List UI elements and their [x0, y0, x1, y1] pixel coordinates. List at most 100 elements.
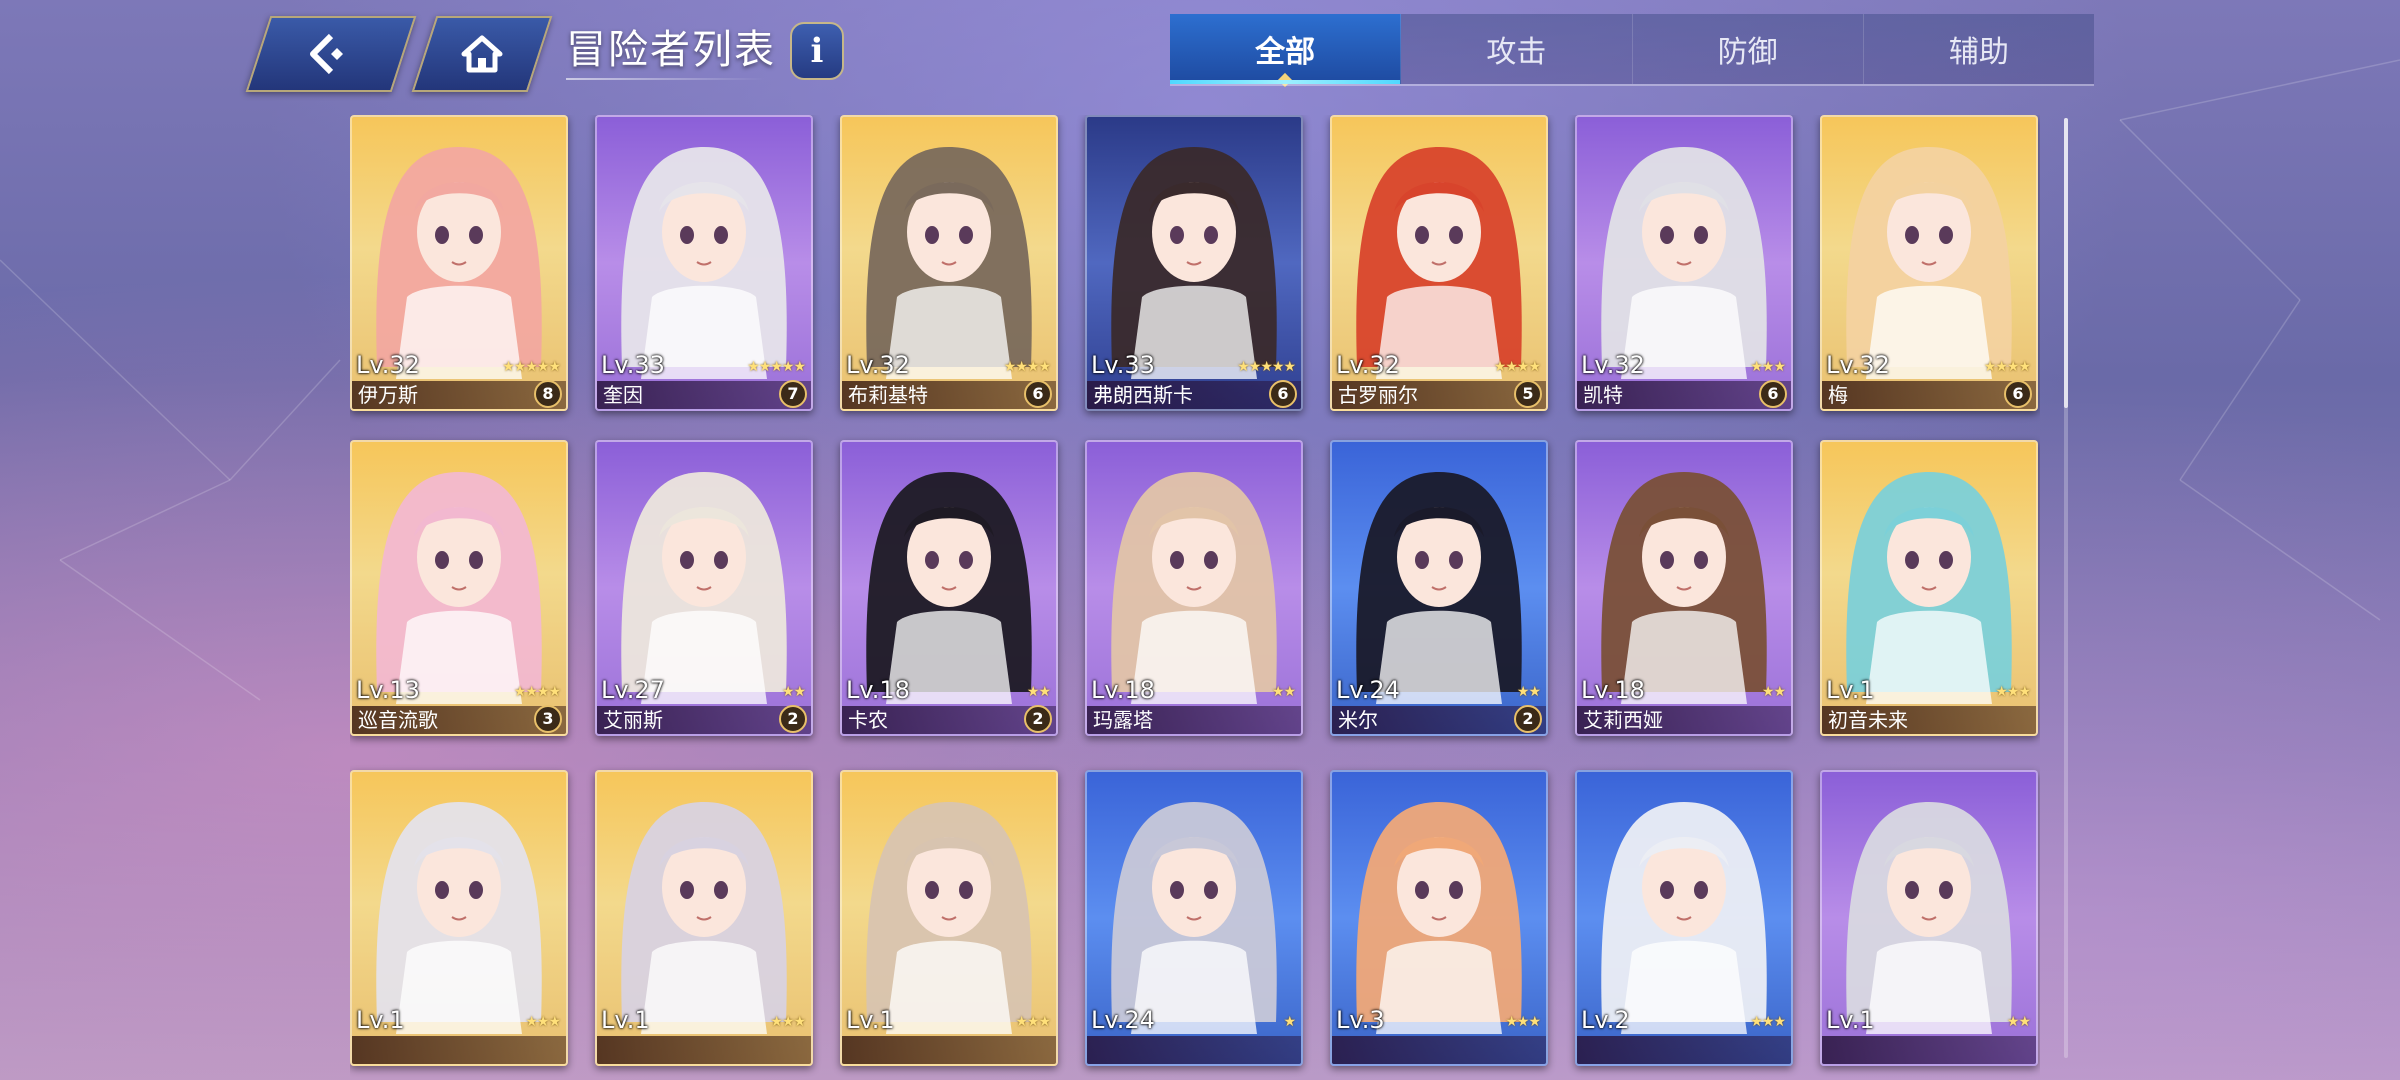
level-label: Lv.13 — [356, 676, 420, 704]
adventurer-card[interactable]: Lv.32 ★★★★ 古罗丽尔 5 — [1330, 115, 1548, 411]
adventurer-name: 古罗丽尔 — [1338, 383, 1418, 407]
rank-badge: 6 — [1269, 380, 1297, 408]
star-rating: ★★★★ — [1003, 359, 1051, 375]
adventurer-card[interactable]: Lv.1 ★★★ — [350, 770, 568, 1066]
adventurer-name: 卡农 — [848, 708, 888, 732]
star-rating: ★★ — [781, 684, 806, 700]
star-rating: ★★★ — [1995, 684, 2031, 700]
adventurer-name: 艾丽斯 — [603, 708, 663, 732]
name-bar — [1087, 1036, 1301, 1064]
name-bar — [1577, 1036, 1791, 1064]
level-label: Lv.18 — [846, 676, 910, 704]
rank-badge: 2 — [1024, 705, 1052, 733]
tab-all[interactable]: 全部 — [1170, 14, 1402, 88]
filter-tabs: 全部 攻击 防御 辅助 — [1170, 14, 2094, 88]
tab-support[interactable]: 辅助 — [1864, 14, 2094, 84]
adventurer-name: 艾莉西娅 — [1583, 708, 1663, 732]
level-label: Lv.3 — [1336, 1006, 1385, 1034]
star-rating: ★★★ — [1750, 1014, 1786, 1030]
scrollbar[interactable] — [2064, 118, 2068, 1058]
adventurer-card[interactable]: Lv.1 ★★★ 初音未来 — [1820, 440, 2038, 736]
level-label: Lv.18 — [1581, 676, 1645, 704]
adventurer-card[interactable]: Lv.24 ★★ 米尔 2 — [1330, 440, 1548, 736]
star-rating: ★★ — [1271, 684, 1296, 700]
adventurer-card[interactable]: Lv.13 ★★★★ 巡音流歌 3 — [350, 440, 568, 736]
rank-badge: 6 — [2004, 380, 2032, 408]
rank-badge: 5 — [1514, 380, 1542, 408]
star-rating: ★ — [1283, 1014, 1296, 1030]
level-label: Lv.1 — [601, 1006, 650, 1034]
level-label: Lv.1 — [846, 1006, 895, 1034]
adventurer-card[interactable]: Lv.2 ★★★ — [1575, 770, 1793, 1066]
adventurer-card[interactable]: Lv.1 ★★★ — [840, 770, 1058, 1066]
level-label: Lv.1 — [1826, 1006, 1875, 1034]
star-rating: ★★★ — [770, 1014, 806, 1030]
scroll-thumb[interactable] — [2064, 118, 2068, 408]
rank-badge: 3 — [534, 705, 562, 733]
adventurer-grid: Lv.32 ★★★★★ 伊万斯 8 Lv.33 ★★★★★ 奎因 7 Lv.32 ★★★★ 布莉基特… — [350, 115, 2040, 1080]
back-arrow-icon — [303, 32, 359, 76]
adventurer-card[interactable]: Lv.18 ★★ 艾莉西娅 — [1575, 440, 1793, 736]
adventurer-name: 梅 — [1828, 383, 1848, 407]
adventurer-name: 伊万斯 — [358, 383, 418, 407]
adventurer-card[interactable]: Lv.32 ★★★★ 梅 6 — [1820, 115, 2038, 411]
adventurer-card[interactable]: Lv.32 ★★★★ 布莉基特 6 — [840, 115, 1058, 411]
adventurer-card[interactable]: Lv.18 ★★ 玛露塔 — [1085, 440, 1303, 736]
star-rating: ★★★★★ — [1237, 359, 1296, 375]
level-label: Lv.33 — [601, 351, 665, 379]
adventurer-card[interactable]: Lv.27 ★★ 艾丽斯 2 — [595, 440, 813, 736]
tab-attack[interactable]: 攻击 — [1401, 14, 1633, 84]
adventurer-name: 玛露塔 — [1093, 708, 1153, 732]
adventurer-name: 凯特 — [1583, 383, 1623, 407]
adventurer-card[interactable]: Lv.33 ★★★★★ 奎因 7 — [595, 115, 813, 411]
adventurer-card[interactable]: Lv.33 ★★★★★ 弗朗西斯卡 6 — [1085, 115, 1303, 411]
back-button[interactable] — [245, 16, 417, 92]
adventurer-card[interactable]: Lv.1 ★★ — [1820, 770, 2038, 1066]
rank-badge: 7 — [779, 380, 807, 408]
star-rating: ★★ — [1516, 684, 1541, 700]
home-icon — [460, 34, 504, 74]
star-rating: ★★★★ — [513, 684, 561, 700]
adventurer-card[interactable]: Lv.18 ★★ 卡农 2 — [840, 440, 1058, 736]
adventurer-card[interactable]: Lv.3 ★★★ — [1330, 770, 1548, 1066]
star-rating: ★★★★★ — [502, 359, 561, 375]
star-rating: ★★ — [1026, 684, 1051, 700]
adventurer-name: 初音未来 — [1828, 708, 1908, 732]
home-button[interactable] — [411, 16, 553, 92]
star-rating: ★★★ — [525, 1014, 561, 1030]
adventurer-card[interactable]: Lv.32 ★★★★★ 伊万斯 8 — [350, 115, 568, 411]
adventurer-card[interactable]: Lv.24 ★ — [1085, 770, 1303, 1066]
level-label: Lv.32 — [356, 351, 420, 379]
tab-defense[interactable]: 防御 — [1633, 14, 1864, 84]
name-bar — [352, 1036, 566, 1064]
rank-badge: 2 — [779, 705, 807, 733]
rank-badge: 6 — [1759, 380, 1787, 408]
tabs-divider — [1170, 84, 2094, 86]
level-label: Lv.32 — [1336, 351, 1400, 379]
name-bar — [597, 1036, 811, 1064]
level-label: Lv.2 — [1581, 1006, 1630, 1034]
star-rating: ★★★★★ — [747, 359, 806, 375]
star-rating: ★★★ — [1750, 359, 1786, 375]
star-rating: ★★★★ — [1983, 359, 2031, 375]
adventurer-name: 布莉基特 — [848, 383, 928, 407]
star-rating: ★★★ — [1505, 1014, 1541, 1030]
adventurer-card[interactable]: Lv.1 ★★★ — [595, 770, 813, 1066]
level-label: Lv.18 — [1091, 676, 1155, 704]
level-label: Lv.32 — [846, 351, 910, 379]
level-label: Lv.27 — [601, 676, 665, 704]
level-label: Lv.33 — [1091, 351, 1155, 379]
star-rating: ★★★★ — [1493, 359, 1541, 375]
level-label: Lv.24 — [1091, 1006, 1155, 1034]
info-button[interactable]: i — [790, 22, 844, 80]
adventurer-name: 巡音流歌 — [358, 708, 438, 732]
adventurer-card[interactable]: Lv.32 ★★★ 凯特 6 — [1575, 115, 1793, 411]
level-label: Lv.1 — [356, 1006, 405, 1034]
name-bar — [1822, 1036, 2036, 1064]
name-bar — [1332, 1036, 1546, 1064]
star-rating: ★★ — [1761, 684, 1786, 700]
title-underline — [566, 78, 766, 80]
adventurer-name: 弗朗西斯卡 — [1093, 383, 1193, 407]
star-rating: ★★★ — [1015, 1014, 1051, 1030]
rank-badge: 8 — [534, 380, 562, 408]
